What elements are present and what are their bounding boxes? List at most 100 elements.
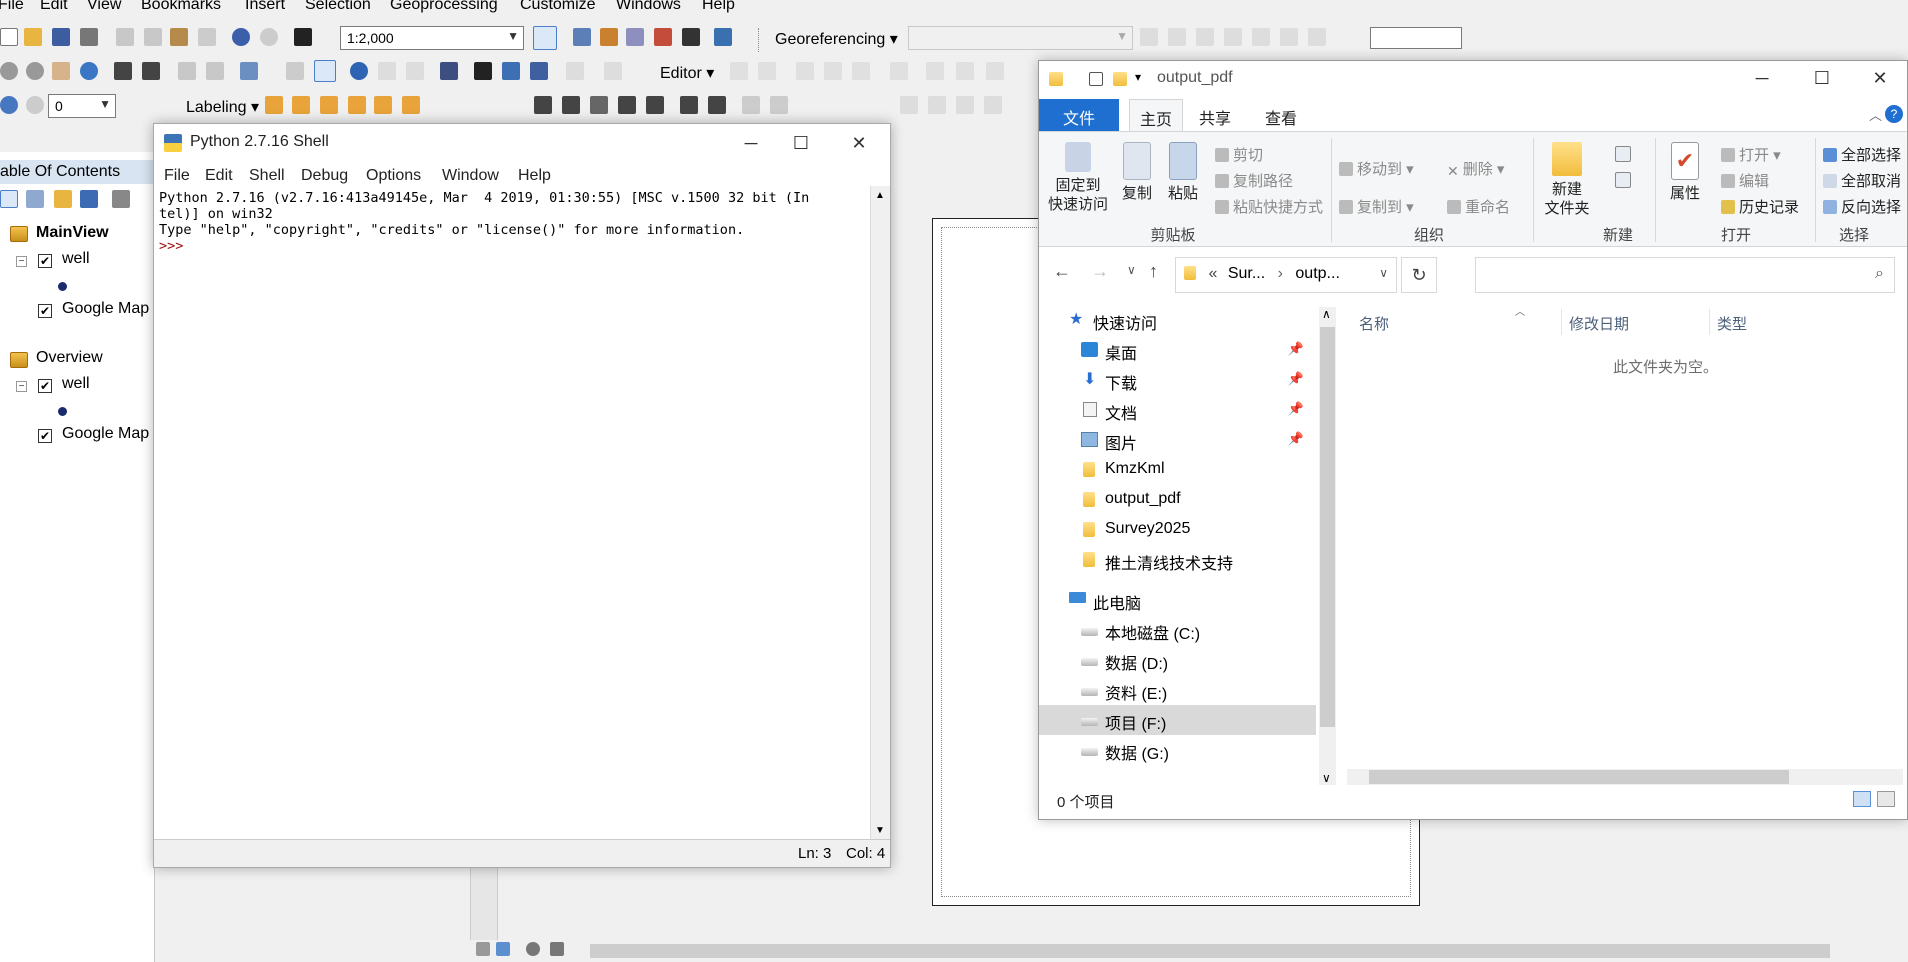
column-divider[interactable]	[1561, 309, 1562, 335]
shell-prompt[interactable]: >>>	[159, 238, 871, 254]
menu-edit[interactable]: Edit	[40, 0, 68, 14]
print-icon[interactable]	[80, 28, 98, 46]
menu-file[interactable]: File	[164, 167, 190, 185]
rename-button[interactable]: 重命名	[1447, 196, 1510, 217]
minimize-button[interactable]: ─	[728, 128, 774, 158]
select-features-icon[interactable]	[240, 62, 258, 80]
labeling-menu[interactable]: Labeling ▾	[186, 97, 259, 117]
data-view-icon[interactable]	[476, 942, 490, 956]
nav-item-drive-c[interactable]: 本地磁盘 (C:)	[1039, 615, 1316, 645]
georef-layer-combo[interactable]: ▼	[908, 26, 1133, 50]
view-unplaced-labels-icon[interactable]	[402, 96, 420, 114]
nav-item-survey2025[interactable]: Survey2025	[1039, 515, 1316, 545]
list-by-drawing-order-icon[interactable]	[0, 190, 18, 208]
identify-icon[interactable]	[350, 62, 368, 80]
pause-drawing-icon[interactable]	[550, 942, 564, 956]
menu-help[interactable]: Help	[518, 167, 551, 185]
add-data-icon[interactable]	[294, 28, 312, 46]
menu-shell[interactable]: Shell	[249, 167, 285, 185]
tab-view[interactable]: 查看	[1255, 99, 1307, 131]
pan-icon[interactable]	[52, 62, 70, 80]
forward-arrow-icon[interactable]: →	[1091, 261, 1109, 282]
tab-file[interactable]: 文件	[1039, 99, 1119, 131]
properties-quick-icon[interactable]	[1089, 72, 1103, 86]
collapse-toggle[interactable]: −	[16, 256, 27, 267]
breadcrumb-survey[interactable]: Sur...	[1228, 265, 1265, 282]
menu-selection[interactable]: Selection	[305, 0, 371, 14]
delete-button[interactable]: ✕ 删除 ▾	[1447, 158, 1504, 179]
full-extent-icon[interactable]	[80, 62, 98, 80]
list-by-source-icon[interactable]	[26, 190, 44, 208]
refresh-icon[interactable]: ↻	[1401, 257, 1437, 293]
pin-icon[interactable]: 📌	[1288, 341, 1304, 357]
edit-button[interactable]: 编辑	[1721, 170, 1769, 191]
delete-icon[interactable]	[198, 28, 216, 46]
menu-help[interactable]: Help	[702, 0, 735, 14]
recent-locations-icon[interactable]: ∨	[1127, 263, 1136, 277]
select-elements-icon[interactable]	[314, 60, 336, 82]
layer-visibility-checkbox[interactable]: ✔	[38, 254, 52, 268]
paste-shortcut-button[interactable]: 粘贴快捷方式	[1215, 196, 1323, 217]
select-all-button[interactable]: 全部选择	[1823, 144, 1901, 165]
toc-options-icon[interactable]	[112, 190, 130, 208]
copy-path-button[interactable]: 复制路径	[1215, 170, 1293, 191]
minimize-button[interactable]: ─	[1739, 63, 1785, 93]
menu-bookmarks[interactable]: Bookmarks	[141, 0, 221, 14]
open-button[interactable]: 打开 ▾	[1721, 144, 1781, 165]
cut-button[interactable]: 剪切	[1215, 144, 1263, 165]
help-icon[interactable]	[0, 96, 18, 114]
back-extent-icon[interactable]	[178, 62, 196, 80]
python-shell-titlebar[interactable]: Python 2.7.16 Shell ─ ☐ ✕	[154, 124, 890, 164]
fixed-zoom-out-layout-icon[interactable]	[708, 96, 726, 114]
pin-quick-access-button[interactable]: 固定到 快速访问	[1047, 142, 1109, 214]
layout-zoom-in-icon[interactable]	[534, 96, 552, 114]
layer-google-map[interactable]: Google Map	[62, 425, 149, 443]
layer-well[interactable]: well	[62, 250, 90, 268]
close-button[interactable]: ✕	[1857, 63, 1903, 93]
new-folder-quick-icon[interactable]	[1113, 72, 1127, 86]
nav-item-drive-d[interactable]: 数据 (D:)	[1039, 645, 1316, 675]
chevron-down-icon[interactable]: ▾	[1135, 70, 1141, 84]
scroll-down-icon[interactable]: ▼	[875, 825, 885, 836]
find-route-icon[interactable]	[502, 62, 520, 80]
list-by-visibility-icon[interactable]	[54, 190, 72, 208]
label-priority-icon[interactable]	[292, 96, 310, 114]
python-window-icon[interactable]	[682, 28, 700, 46]
forward-layout-extent-icon[interactable]	[770, 96, 788, 114]
layer-well[interactable]: well	[62, 375, 90, 393]
breadcrumb-output[interactable]: outp...	[1295, 265, 1339, 282]
create-viewer-icon[interactable]	[604, 62, 622, 80]
layout-view-icon[interactable]	[496, 942, 510, 956]
copy-icon[interactable]	[144, 28, 162, 46]
layer-visibility-checkbox[interactable]: ✔	[38, 304, 52, 318]
save-icon[interactable]	[52, 28, 70, 46]
nav-pane-scrollbar[interactable]: ∧ ∨	[1319, 307, 1336, 785]
new-icon[interactable]	[0, 28, 18, 46]
breadcrumb-overflow-icon[interactable]: «	[1208, 265, 1217, 282]
details-view-icon[interactable]	[1853, 791, 1871, 807]
menu-options[interactable]: Options	[366, 167, 421, 185]
nav-item-drive-g[interactable]: 数据 (G:)	[1039, 735, 1316, 765]
close-button[interactable]: ✕	[836, 128, 882, 158]
vertical-scrollbar[interactable]	[470, 862, 498, 946]
georef-input-field[interactable]	[1370, 27, 1462, 49]
history-button[interactable]: 历史记录	[1721, 196, 1799, 217]
list-by-selection-icon[interactable]	[80, 190, 98, 208]
address-bar[interactable]: « Sur... › outp... ∨	[1175, 257, 1397, 293]
copy-button[interactable]: 复制	[1117, 142, 1157, 203]
nav-item-pictures[interactable]: 图片 📌	[1039, 425, 1316, 455]
pause-labeling-icon[interactable]	[374, 96, 392, 114]
fixed-zoom-in-layout-icon[interactable]	[680, 96, 698, 114]
collapse-ribbon-icon[interactable]: ︿	[1869, 105, 1882, 124]
chevron-down-icon[interactable]: ∨	[1379, 266, 1388, 280]
maximize-button[interactable]: ☐	[1799, 63, 1845, 93]
undo-icon[interactable]	[232, 28, 250, 46]
layer-visibility-checkbox[interactable]: ✔	[38, 379, 52, 393]
search-input[interactable]: ⌕	[1475, 257, 1895, 293]
column-header-name[interactable]: 名称	[1359, 313, 1389, 334]
move-to-button[interactable]: 移动到 ▾	[1339, 158, 1414, 179]
nav-item-support-folder[interactable]: 推土清线技术支持	[1039, 545, 1316, 575]
lock-labels-icon[interactable]	[348, 96, 366, 114]
menu-geoprocessing[interactable]: Geoprocessing	[390, 0, 498, 14]
nav-item-drive-f[interactable]: 项目 (F:)	[1039, 705, 1316, 735]
